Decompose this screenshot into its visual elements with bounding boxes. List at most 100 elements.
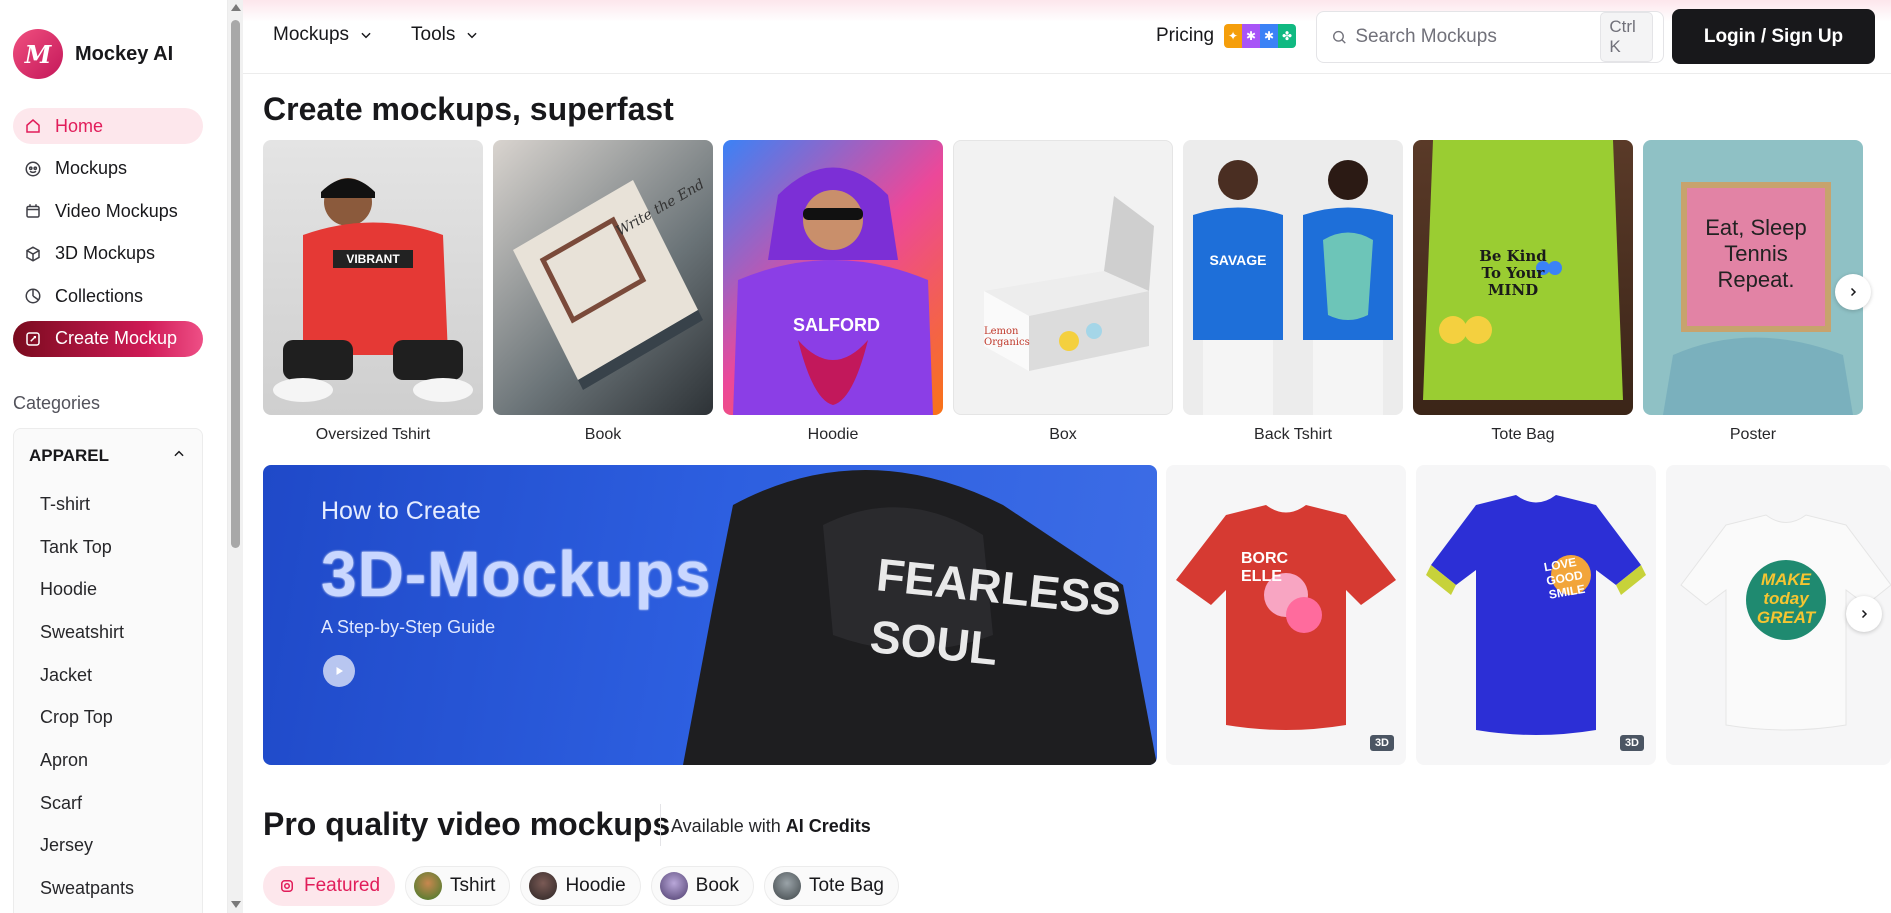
carousel-next-button[interactable] xyxy=(1835,274,1871,310)
sidebar-item-collections[interactable]: Collections xyxy=(13,278,203,314)
sidebar-item-video-mockups[interactable]: Video Mockups xyxy=(13,193,203,229)
sparkle-icon: ✱ xyxy=(1260,24,1279,48)
top-nav: Mockups Tools xyxy=(273,24,479,46)
brand[interactable]: M Mockey AI xyxy=(13,29,173,79)
chip-tote-bag[interactable]: Tote Bag xyxy=(763,866,899,906)
edit-icon xyxy=(23,329,43,349)
ai-credits-label: AI Credits xyxy=(785,816,871,836)
chip-avatar xyxy=(414,872,443,900)
sidebar: M Mockey AI Home Mockups Video Mockups 3… xyxy=(0,0,228,913)
card-print-text: Eat, Sleep Tennis Repeat. xyxy=(1705,215,1807,292)
pricing-link[interactable]: Pricing ✦ ✱ ✱ ✤ xyxy=(1156,24,1297,48)
play-icon xyxy=(336,667,343,675)
page-title: Create mockups, superfast xyxy=(263,91,674,127)
card-label: Oversized Tshirt xyxy=(315,426,431,443)
3d-badge: 3D xyxy=(1369,735,1394,751)
3d-mockups-guide-banner[interactable]: How to Create 3D-Mockups A Step-by-Step … xyxy=(263,465,1157,765)
brand-name: Mockey AI xyxy=(75,42,174,65)
collections-icon xyxy=(23,286,43,306)
video-filter-chips: Featured Tshirt Hoodie Book Tote Bag xyxy=(263,866,899,906)
featured-icon xyxy=(281,880,293,892)
category-item[interactable]: Jacket xyxy=(40,654,202,697)
category-item[interactable]: Crop Top xyxy=(40,696,202,739)
sparkle-icon: ✤ xyxy=(1278,24,1297,48)
card-print-text: VIBRANT xyxy=(346,252,400,266)
chip-hoodie[interactable]: Hoodie xyxy=(520,866,641,906)
category-item[interactable]: Scarf xyxy=(40,782,202,825)
sidebar-scrollbar[interactable] xyxy=(228,0,243,913)
sparkle-icon: ✱ xyxy=(1242,24,1261,48)
category-item[interactable]: Sweatshirt xyxy=(40,611,202,654)
chevron-up-icon xyxy=(172,446,186,466)
tile-print-text: MAKE today GREAT xyxy=(1756,570,1816,627)
search-shortcut: Ctrl K xyxy=(1600,12,1653,62)
tools-menu-label: Tools xyxy=(411,24,456,45)
3d-mockup-tile[interactable]: MAKE today GREAT xyxy=(1666,465,1891,765)
availability-prefix: Available with xyxy=(671,816,781,836)
play-button[interactable] xyxy=(323,655,355,687)
category-item[interactable]: Apron xyxy=(40,739,202,782)
chevron-down-icon xyxy=(467,32,477,39)
scrollbar-thumb[interactable] xyxy=(231,20,240,548)
card-label: Poster xyxy=(1729,426,1777,443)
chevron-right-icon xyxy=(1850,287,1857,297)
category-carousel: VIBRANT Oversized Tshirt Write the End B… xyxy=(263,140,1891,450)
card-image: Be Kind To Your MIND xyxy=(1413,140,1633,415)
card-label: Tote Bag xyxy=(1491,426,1555,443)
sidebar-item-label: Video Mockups xyxy=(55,200,178,221)
sidebar-item-home[interactable]: Home xyxy=(13,108,203,144)
sidebar-item-label: Collections xyxy=(55,285,144,306)
card-label: Back Tshirt xyxy=(1254,426,1332,443)
banner-subtitle: A Step-by-Step Guide xyxy=(321,617,496,637)
3d-mockup-tile[interactable]: BORC ELLE 3D xyxy=(1166,465,1406,765)
card-print-text: SALFORD xyxy=(793,315,880,335)
card-image: VIBRANT xyxy=(263,140,483,415)
chip-avatar xyxy=(772,872,801,900)
video-icon xyxy=(23,201,43,221)
card-hoodie[interactable]: SALFORD Hoodie xyxy=(723,140,943,444)
tools-menu[interactable]: Tools xyxy=(411,24,479,46)
sidebar-item-3d-mockups[interactable]: 3D Mockups xyxy=(13,236,203,272)
card-oversized-tshirt[interactable]: VIBRANT Oversized Tshirt xyxy=(263,140,483,444)
sidebar-item-mockups[interactable]: Mockups xyxy=(13,151,203,187)
category-item[interactable]: Tank Top xyxy=(40,526,202,569)
card-book[interactable]: Write the End Book xyxy=(493,140,713,444)
scroll-down-arrow-icon[interactable] xyxy=(231,901,241,908)
card-tote-bag[interactable]: Be Kind To Your MIND Tote Bag xyxy=(1413,140,1633,444)
category-item[interactable]: T-shirt xyxy=(40,483,202,526)
top-bar: Mockups Tools Pricing ✦ ✱ ✱ ✤ Ctrl K Log… xyxy=(243,0,1891,74)
category-item[interactable]: Hoodie xyxy=(40,568,202,611)
search-input[interactable] xyxy=(1355,26,1601,48)
sidebar-nav: Home Mockups Video Mockups 3D Mockups Co… xyxy=(13,108,203,363)
category-list: T-shirt Tank Top Hoodie Sweatshirt Jacke… xyxy=(14,483,202,910)
cube-icon xyxy=(23,244,43,264)
carousel-next-button[interactable] xyxy=(1846,596,1882,632)
scroll-up-arrow-icon[interactable] xyxy=(231,4,241,11)
pricing-badges: ✦ ✱ ✱ ✤ xyxy=(1224,24,1297,48)
sidebar-item-label: Home xyxy=(55,115,104,136)
pricing-label: Pricing xyxy=(1156,25,1215,46)
chip-tshirt[interactable]: Tshirt xyxy=(405,866,511,906)
card-poster[interactable]: Eat, Sleep Tennis Repeat. Poster xyxy=(1643,140,1863,444)
chip-label: Hoodie xyxy=(565,875,626,896)
chip-label: Tote Bag xyxy=(808,875,884,896)
card-print-text: SAVAGE xyxy=(1209,252,1267,268)
tile-print-text: BORC ELLE xyxy=(1241,550,1289,585)
chip-featured[interactable]: Featured xyxy=(263,866,396,906)
sidebar-item-label: Create Mockup xyxy=(55,328,178,348)
chip-book[interactable]: Book xyxy=(650,866,754,906)
banner-title: 3D-Mockups xyxy=(321,538,712,610)
3d-mockup-tile[interactable]: LOVE GOOD SMILE 3D xyxy=(1416,465,1656,765)
categories-title: Categories xyxy=(13,393,101,413)
search-box[interactable]: Ctrl K xyxy=(1316,11,1664,63)
category-item[interactable]: Jersey xyxy=(40,825,202,868)
mockups-menu[interactable]: Mockups xyxy=(273,24,373,46)
sidebar-item-create-mockup[interactable]: Create Mockup xyxy=(13,320,203,357)
search-icon xyxy=(1333,30,1346,44)
category-group-header[interactable]: APPAREL xyxy=(14,429,202,483)
categories-panel: APPAREL T-shirt Tank Top Hoodie Sweatshi… xyxy=(13,428,203,913)
category-item[interactable]: Sweatpants xyxy=(40,867,202,910)
login-signup-button[interactable]: Login / Sign Up xyxy=(1672,9,1875,64)
card-back-tshirt[interactable]: SAVAGE Back Tshirt xyxy=(1183,140,1403,444)
card-box[interactable]: Lemon Organics Box xyxy=(953,140,1173,444)
